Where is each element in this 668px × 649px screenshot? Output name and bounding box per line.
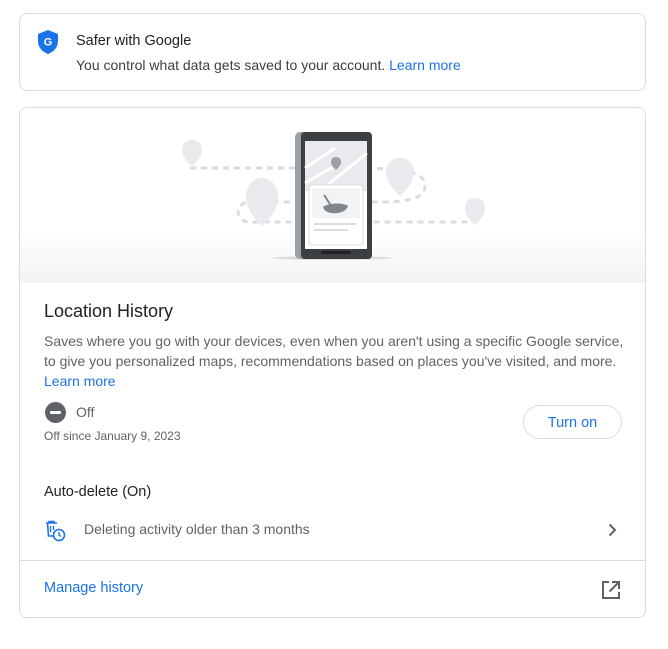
safer-learn-more-link[interactable]: Learn more [389, 57, 461, 73]
status-off-icon [45, 402, 66, 423]
location-history-title: Location History [44, 301, 174, 321]
manage-history-link[interactable]: Manage history [20, 561, 645, 617]
auto-delete-description: Deleting activity older than 3 months [84, 521, 310, 537]
open-in-new-icon [602, 581, 620, 599]
location-history-card: Location History Saves where you go with… [19, 107, 646, 618]
svg-text:G: G [44, 37, 53, 49]
safer-description: You control what data gets saved to your… [76, 57, 461, 73]
auto-delete-icon [46, 520, 66, 542]
location-history-description: Saves where you go with your devices, ev… [44, 331, 624, 391]
turn-on-button[interactable]: Turn on [523, 405, 622, 439]
auto-delete-title: Auto-delete (On) [44, 484, 152, 500]
safer-title: Safer with Google [76, 33, 192, 49]
location-history-illustration [182, 132, 485, 260]
location-history-status-since: Off since January 9, 2023 [44, 429, 181, 443]
auto-delete-row[interactable]: Deleting activity older than 3 months [20, 508, 645, 552]
location-history-learn-more-link[interactable]: Learn more [44, 373, 116, 389]
manage-history-label: Manage history [44, 580, 144, 596]
google-shield-icon: G [38, 30, 58, 54]
location-history-status: Off [76, 404, 95, 420]
safer-with-google-card: G Safer with Google You control what dat… [19, 13, 646, 91]
safer-description-text: You control what data gets saved to your… [76, 57, 386, 73]
location-history-description-text: Saves where you go with your devices, ev… [44, 333, 624, 369]
chevron-right-icon [608, 523, 617, 537]
